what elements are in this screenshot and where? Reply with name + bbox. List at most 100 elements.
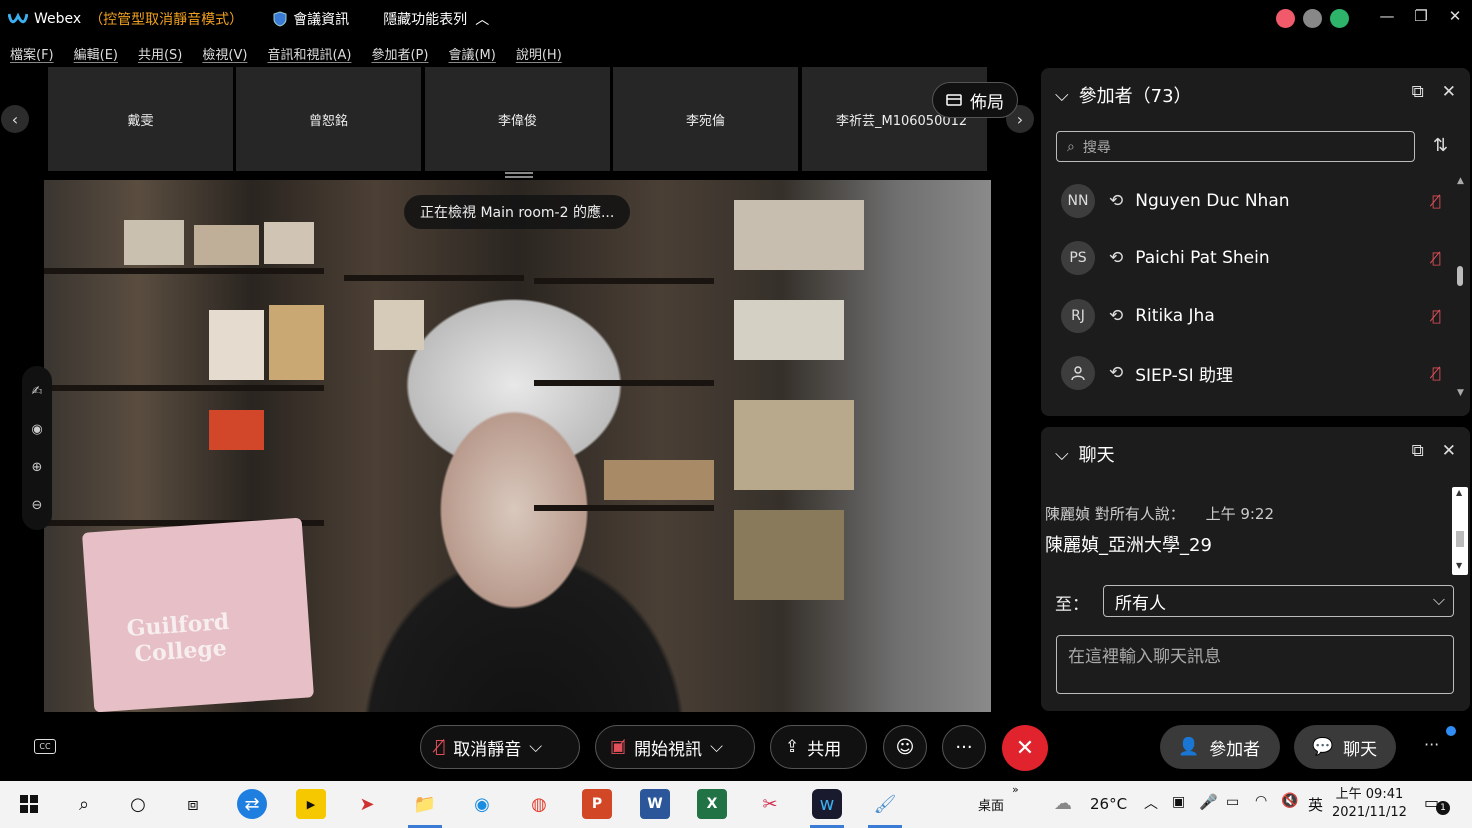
chrome-icon[interactable]: ◍ [524,789,554,819]
unmute-label: 取消靜音 [453,739,522,760]
participant-name: Ritika Jha [1135,306,1215,326]
weather-cloud-icon[interactable]: ☁ [1054,793,1072,814]
thumbnail-tile[interactable]: 李宛倫 [613,67,798,171]
resize-handle[interactable] [505,172,533,178]
muted-mic-icon[interactable]: 🎙̸ [1432,249,1441,267]
avatar: RJ [1061,299,1095,333]
webex-taskbar-icon[interactable]: w [812,789,842,819]
viewing-tooltip: 正在檢視 Main room-2 的應... [404,195,631,229]
desktop-label[interactable]: 桌面 [978,795,1004,814]
participant-row[interactable]: RJ ⟲ Ritika Jha 🎙̸ [1061,298,1441,334]
menu-help[interactable]: 說明(H) [516,44,562,63]
muted-mic-icon[interactable]: 🎙̸ [1432,307,1441,325]
participants-toggle-button[interactable]: 👤 參加者 [1160,725,1280,769]
close-window-icon[interactable]: ✕ [1438,7,1472,25]
chat-bubble-icon: 💬 [1312,737,1334,757]
chat-recipient-select[interactable]: 所有人 ⌵ [1103,585,1454,617]
menu-edit[interactable]: 編輯(E) [74,44,118,63]
share-icon: ⇪ [785,737,800,757]
participants-scrollbar[interactable]: ▲ ▼ [1455,176,1465,401]
thumbnail-tile[interactable]: 戴雯 [48,67,233,171]
taskbar-clock[interactable]: 上午 09:41 2021/11/12 [1332,786,1407,822]
chevron-double-right-icon[interactable]: » [1012,783,1019,796]
notification-center-icon[interactable]: ▭ 1 [1424,793,1450,815]
wifi-icon[interactable]: ◠ [1255,793,1267,809]
thumbnail-name: 戴雯 [127,113,154,129]
search-icon[interactable]: ⌕ [69,789,99,819]
thumbnail-tile[interactable]: 李偉俊 [425,67,610,171]
participant-row[interactable]: PS ⟲ Paichi Pat Shein 🎙̸ [1061,240,1441,276]
remote-control-icon[interactable]: ◉ [31,422,42,437]
start-video-label: 開始視訊 [634,739,703,760]
participants-header[interactable]: ⌵ 參加者（73） [1055,82,1192,108]
zoom-out-icon[interactable]: ⊖ [32,498,43,513]
word-icon[interactable]: W [640,789,670,819]
annotation-toolbar: ✍ ◉ ⊕ ⊖ [22,366,52,530]
microphone-icon[interactable]: 🎤 [1199,793,1218,811]
avatar-initials: PS [1069,250,1087,266]
close-icon[interactable]: ✕ [1442,82,1456,102]
participants-toggle-label: 參加者 [1209,739,1261,760]
temperature-label[interactable]: 26°C [1090,795,1127,813]
chat-message-text: 陳麗媜_亞洲大學_29 [1045,535,1212,556]
hide-toolbar-button[interactable]: 隱藏功能表列 ︿ [383,9,489,29]
sort-icon[interactable]: ⇅ [1433,135,1448,156]
menu-meeting[interactable]: 會議(M) [448,44,495,63]
restore-icon[interactable]: ❐ [1404,7,1438,25]
end-call-button[interactable]: ✕ [1002,725,1048,771]
muted-mic-icon[interactable]: 🎙̸ [1432,192,1441,210]
menu-audio-video[interactable]: 音訊和視訊(A) [267,44,351,63]
menu-share[interactable]: 共用(S) [138,44,182,63]
chat-scrollbar[interactable]: ▲ ▼ [1452,487,1468,575]
teamviewer-icon[interactable]: ⇄ [237,789,267,819]
share-button[interactable]: ⇪ 共用 [770,725,867,769]
ime-indicator[interactable]: 英 [1308,794,1323,815]
more-options-button[interactable]: ··· [942,725,986,769]
chevron-up-icon[interactable]: ︿ [1144,793,1158,813]
speaker-muted-icon[interactable]: 🔇 [1281,793,1298,809]
popout-icon[interactable]: ⧉ [1412,82,1424,102]
menu-file[interactable]: 檔案(F) [10,44,54,63]
chat-header[interactable]: ⌵ 聊天 [1055,441,1115,467]
layout-button[interactable]: 佈局 [932,82,1018,118]
meeting-info-button[interactable]: 會議資訊 [273,9,349,29]
chat-toggle-button[interactable]: 💬 聊天 [1294,725,1396,769]
start-video-button[interactable]: ▣̸ 開始視訊 ⌵ [595,725,755,769]
main-video[interactable]: Guilford College [44,180,991,712]
reactions-button[interactable]: ☺ [883,725,927,769]
muted-mic-icon[interactable]: 🎙̸ [1432,364,1441,382]
popout-icon[interactable]: ⧉ [1412,441,1424,461]
thumbnails-prev-button[interactable]: ‹ [1,105,29,133]
participant-row[interactable]: ⟲ SIEP-SI 助理 🎙̸ [1061,355,1441,391]
battery-icon[interactable]: ▭ [1226,794,1239,810]
cortana-icon[interactable]: ○ [123,789,153,819]
participant-search-input[interactable]: ⌕ 搜尋 [1056,131,1415,162]
zoom-in-icon[interactable]: ⊕ [32,460,43,475]
chat-message-input[interactable]: 在這裡輸入聊天訊息 [1056,635,1454,694]
edge-icon[interactable]: ◉ [467,789,497,819]
minimize-icon[interactable]: — [1370,7,1404,25]
menu-view[interactable]: 檢視(V) [202,44,247,63]
snipping-tool-icon[interactable]: ✂ [755,789,785,819]
menu-participants[interactable]: 參加者(P) [371,44,428,63]
annotate-icon[interactable]: ✍ [32,384,43,399]
thumbnail-tile[interactable]: 曾恕銘 [236,67,421,171]
file-explorer-icon[interactable]: 📁 [410,789,440,819]
chat-tray-icon[interactable]: ▣ [1172,794,1185,810]
task-view-icon[interactable]: ⧈ [178,789,208,819]
excel-icon[interactable]: X [697,789,727,819]
participant-row[interactable]: NN ⟲ Nguyen Duc Nhan 🎙̸ [1061,183,1441,219]
windows-start-icon[interactable] [14,789,44,819]
more-panels-icon[interactable]: ··· [1424,735,1439,754]
signal-icon[interactable] [1330,9,1349,28]
unmute-button[interactable]: 🎙̸ 取消靜音 ⌵ [420,725,580,769]
meeting-info-label: 會議資訊 [293,12,350,28]
powerpoint-icon[interactable]: P [582,789,612,819]
paint-icon[interactable]: 🖌 [870,789,900,819]
media-player-icon[interactable]: ▶ [296,789,326,819]
close-icon[interactable]: ✕ [1442,441,1456,461]
closed-captions-icon[interactable]: CC [34,739,56,754]
app-arrow-icon[interactable]: ➤ [352,789,382,819]
link-icon[interactable] [1303,9,1322,28]
record-icon[interactable] [1276,9,1295,28]
